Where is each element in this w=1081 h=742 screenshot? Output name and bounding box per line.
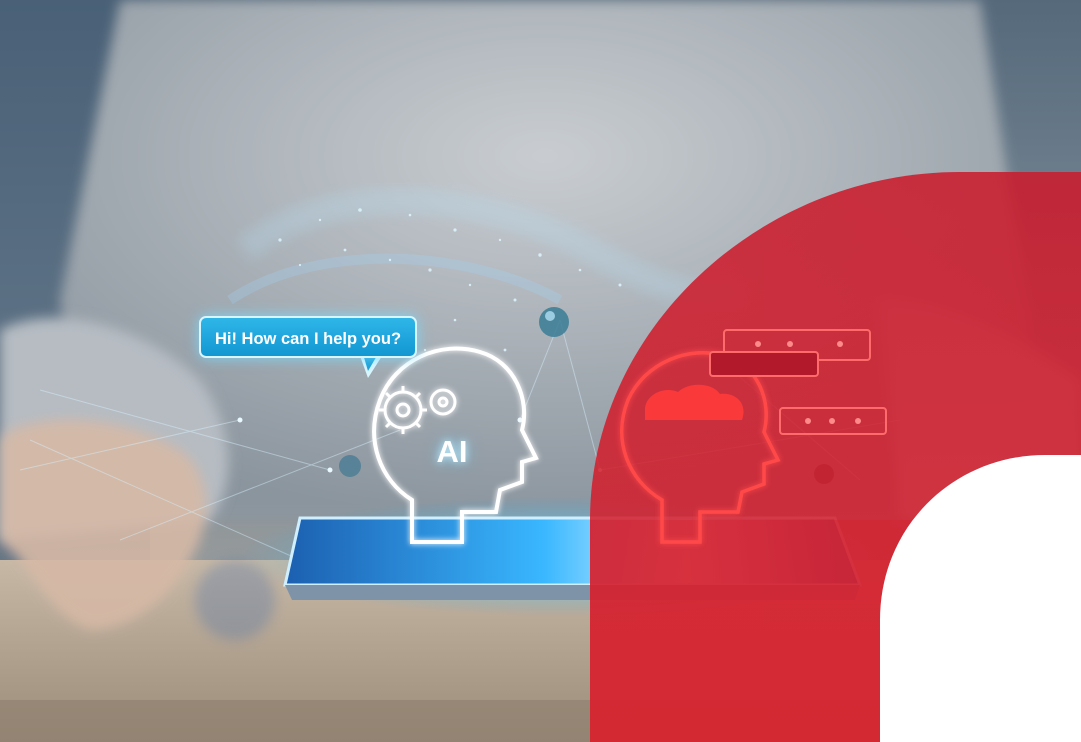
floating-sphere [539, 307, 569, 337]
floating-sphere-small [339, 455, 361, 477]
ai-label: AI [436, 434, 468, 469]
scene-illustration [0, 0, 1081, 742]
hero-image: Hi! How can I help you? AI [0, 0, 1081, 742]
chat-bubble: Hi! How can I help you? [199, 316, 417, 358]
